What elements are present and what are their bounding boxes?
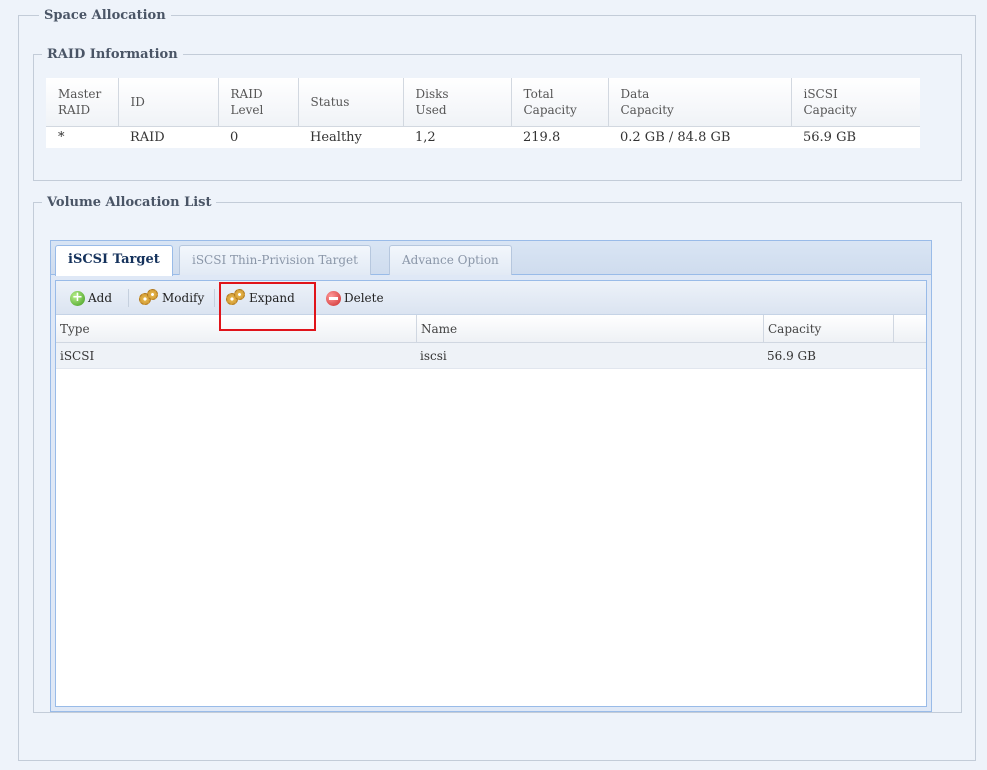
raid-status-cell: Healthy: [298, 126, 403, 148]
col-iscsi-capacity[interactable]: iSCSI Capacity: [791, 78, 920, 127]
tab-iscsi-target[interactable]: iSCSI Target: [55, 245, 173, 276]
delete-button[interactable]: Delete: [326, 288, 384, 308]
raid-master-cell: *: [46, 126, 118, 148]
col-disks-used[interactable]: Disks Used: [403, 78, 512, 127]
col-status[interactable]: Status: [298, 78, 404, 127]
tab-iscsi-thin-provision-target[interactable]: iSCSI Thin-Privision Target: [179, 245, 371, 275]
col-raid-level[interactable]: RAID Level: [218, 78, 299, 127]
delete-icon: [326, 290, 341, 306]
space-allocation-panel: Space Allocation RAID Information Master…: [18, 8, 976, 761]
raid-information-title: RAID Information: [47, 47, 178, 62]
toolbar-separator: [128, 289, 129, 307]
tab-strip: iSCSI Target iSCSI Thin-Privision Target…: [51, 241, 931, 276]
row-name-cell: iscsi: [420, 349, 447, 363]
raid-data-cell: 0.2 GB / 84.8 GB: [608, 126, 791, 148]
expand-button[interactable]: Expand: [226, 288, 295, 308]
modify-label: Modify: [162, 291, 205, 305]
raid-table-header: Master RAID ID RAID Level Status Disks Used…: [46, 78, 920, 127]
raid-disks-cell: 1,2: [403, 126, 511, 148]
col-total-capacity[interactable]: Total Capacity: [511, 78, 609, 127]
raid-table: Master RAID ID RAID Level Status Disks Used…: [46, 78, 920, 148]
raid-id-cell: RAID: [118, 126, 218, 148]
volume-tab-panel: iSCSI Target iSCSI Thin-Privision Target…: [50, 240, 932, 712]
raid-row[interactable]: * RAID 0 Healthy 1,2 219.8 0.2 GB / 84.8…: [46, 126, 920, 148]
row-type-cell: iSCSI: [60, 349, 95, 363]
modify-button[interactable]: Modify: [139, 288, 204, 308]
toolbar-separator: [214, 289, 215, 307]
col-capacity[interactable]: Capacity: [763, 315, 893, 343]
raid-information-panel: RAID Information Master RAID ID RAID Level…: [33, 47, 962, 181]
toolbar: Add Modify: [56, 281, 926, 315]
add-icon: [70, 288, 85, 308]
add-button[interactable]: Add: [70, 288, 112, 308]
add-label: Add: [88, 291, 113, 305]
col-name[interactable]: Name: [416, 315, 763, 343]
volume-allocation-panel: Volume Allocation List iSCSI Target iSCS…: [33, 195, 962, 713]
volume-grid-header: Type Name Capacity: [56, 315, 926, 343]
space-allocation-title: Space Allocation: [44, 8, 166, 23]
col-spacer: [893, 315, 928, 343]
gear-icon: [139, 289, 159, 307]
expand-label: Expand: [249, 291, 295, 305]
raid-iscsi-cell: 56.9 GB: [791, 126, 920, 148]
row-capacity-cell: 56.9 GB: [767, 349, 816, 363]
col-id[interactable]: ID: [118, 78, 219, 127]
tab-content: Add Modify: [55, 280, 927, 707]
col-master-raid[interactable]: Master RAID: [46, 78, 119, 127]
col-type[interactable]: Type: [56, 315, 416, 343]
raid-level-cell: 0: [218, 126, 298, 148]
table-row[interactable]: iSCSI iscsi 56.9 GB: [56, 343, 926, 369]
col-data-capacity[interactable]: Data Capacity: [608, 78, 792, 127]
volume-allocation-title: Volume Allocation List: [47, 195, 212, 210]
gear-icon: [226, 289, 246, 307]
tab-advance-option[interactable]: Advance Option: [389, 245, 512, 275]
raid-total-cell: 219.8: [511, 126, 608, 148]
delete-label: Delete: [344, 291, 384, 305]
